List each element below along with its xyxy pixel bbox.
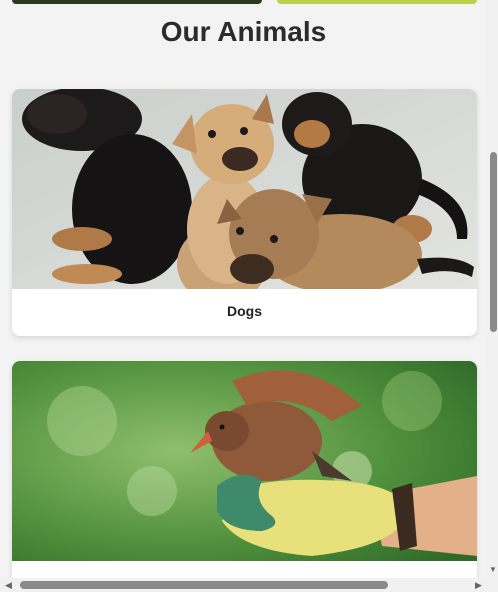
animal-card-birds[interactable] (12, 361, 477, 578)
scroll-right-arrow-icon[interactable]: ▶ (475, 580, 482, 590)
previous-card-image-left (12, 0, 262, 4)
page-viewport: Our Animals Dogs (0, 0, 487, 578)
vertical-scroll-thumb[interactable] (490, 152, 497, 332)
previous-card-image-right (277, 0, 477, 4)
horizontal-scroll-thumb[interactable] (20, 581, 388, 589)
scroll-down-arrow-icon[interactable]: ▼ (489, 566, 497, 574)
page-title: Our Animals (160, 16, 327, 47)
scroll-left-arrow-icon[interactable]: ◀ (5, 580, 12, 590)
puppies-image (12, 89, 477, 289)
previous-cards-bottom-edge (12, 0, 477, 4)
horizontal-scrollbar[interactable]: ◀ ▶ (0, 578, 498, 592)
bird-on-glove-image (12, 361, 477, 561)
animal-card-dogs[interactable]: Dogs (12, 89, 477, 336)
vertical-scrollbar[interactable]: ▼ (487, 0, 498, 578)
card-label-dogs: Dogs (227, 303, 262, 319)
